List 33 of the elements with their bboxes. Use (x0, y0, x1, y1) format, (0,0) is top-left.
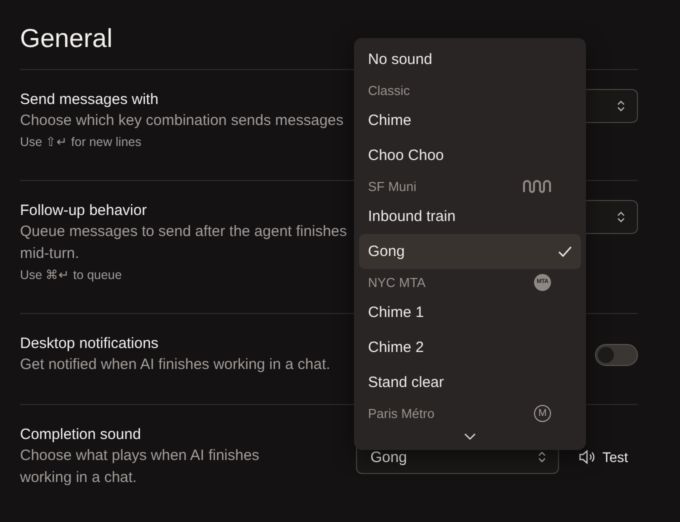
shortcut-hint: Use ⇧↵ for new lines (20, 134, 142, 151)
group-header: Paris Métro (368, 406, 434, 420)
menu-option[interactable]: Inbound train (359, 199, 581, 234)
menu-option[interactable]: Chime 1 (359, 295, 581, 330)
menu-option[interactable]: Chime (359, 103, 581, 138)
chevron-icon (617, 211, 625, 223)
menu-option[interactable]: Choo Choo (359, 138, 581, 173)
menu-option[interactable]: No sound (359, 42, 581, 77)
setting-description: Queue messages to send after the agent finishes mid-turn. (20, 222, 348, 264)
group-header: NYC MTA (368, 274, 426, 290)
setting-description: Choose what plays when AI finishes working in a chat. (20, 446, 260, 488)
page-title: General (20, 22, 112, 55)
test-button[interactable]: Test (579, 449, 628, 465)
setting-label: Follow-up behavior (20, 201, 148, 221)
setting-description: Get notified when AI finishes working in a chat. (20, 355, 332, 375)
setting-label: Completion sound (20, 425, 142, 445)
checkmark-icon (558, 246, 572, 257)
setting-description: Choose which key combination sends messages (20, 111, 345, 131)
shortcut-hint: Use ⌘↵ to queue (20, 267, 123, 284)
group-header: Classic (368, 82, 410, 98)
group-header: SF Muni (368, 178, 416, 194)
menu-option[interactable]: Chime 2 (359, 330, 581, 365)
chevron-icon (538, 451, 546, 463)
logo-badge: M (534, 404, 551, 422)
menu-option[interactable]: Stand clear (359, 365, 581, 400)
scroll-down-icon[interactable] (464, 432, 476, 440)
toggle-switch[interactable] (595, 344, 638, 366)
setting-label: Send messages with (20, 90, 160, 110)
wave-logo-icon (523, 179, 551, 193)
menu-option[interactable]: Gong (359, 234, 581, 269)
speaker-icon (579, 450, 596, 464)
chevron-icon (617, 100, 625, 112)
setting-label: Desktop notifications (20, 334, 160, 354)
